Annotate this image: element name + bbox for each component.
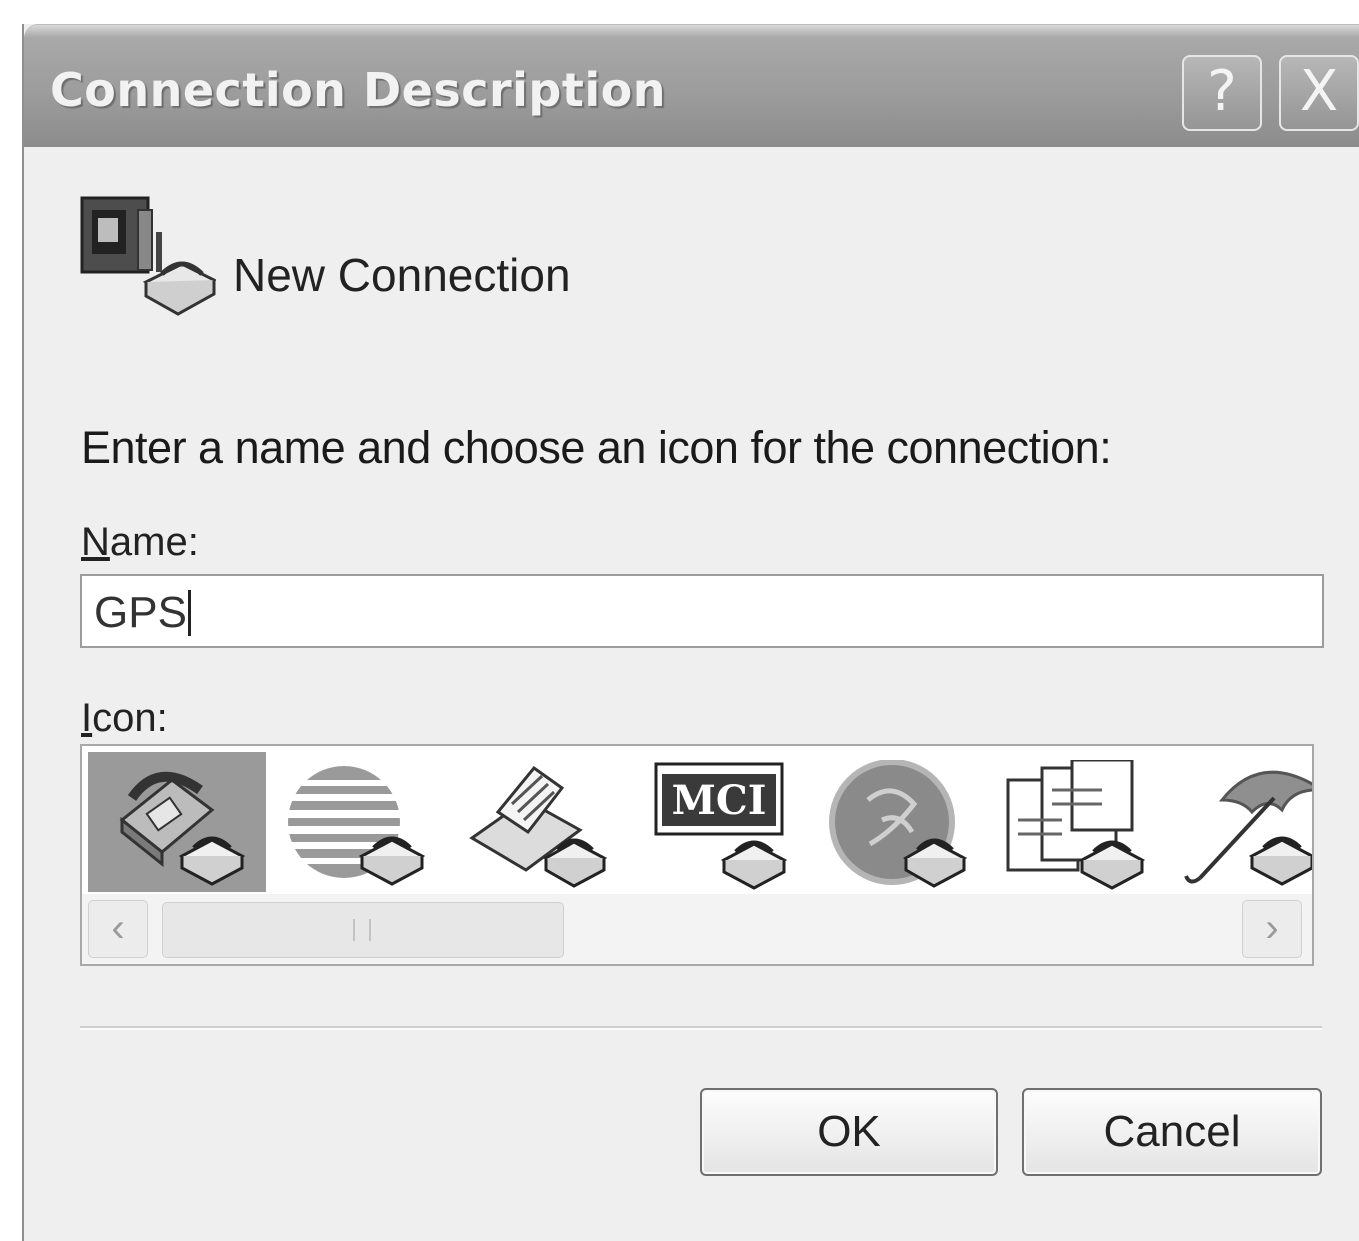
mci-connection-icon: MCI [654, 762, 788, 890]
icon-option-telephone[interactable] [88, 752, 266, 892]
scroll-right-button[interactable]: › [1242, 900, 1302, 958]
ge-globe-connection-icon [829, 760, 968, 888]
icon-label: Icon: [81, 696, 168, 741]
name-label-text: ame: [109, 520, 199, 564]
separator-line [80, 1026, 1322, 1030]
icon-option-documents[interactable] [988, 752, 1166, 892]
name-label: Name: [81, 520, 199, 565]
icon-label-mnemonic: I [81, 696, 93, 740]
icon-list-scrollbar[interactable]: ‹ › [82, 894, 1312, 964]
name-label-mnemonic: N [81, 520, 110, 564]
icon-option-mci[interactable]: MCI [628, 752, 806, 892]
cancel-button[interactable]: Cancel [1022, 1088, 1322, 1176]
mci-icon-label: MCI [672, 777, 767, 824]
connection-description-dialog: Connection Description ? X New Connectio… [22, 24, 1359, 1241]
umbrella-connection-icon [1184, 770, 1312, 886]
icon-option-fax[interactable] [448, 752, 626, 892]
ok-button[interactable]: OK [700, 1088, 998, 1176]
scrollbar-thumb[interactable] [162, 902, 564, 958]
phone-connection-icon [80, 196, 216, 316]
scrollbar-grip-icon [353, 919, 371, 941]
documents-connection-icon [1006, 760, 1146, 890]
icon-option-ge[interactable] [808, 752, 986, 892]
close-button[interactable]: X [1279, 55, 1359, 131]
globe-stripes-connection-icon [288, 766, 426, 886]
window-title: Connection Description [50, 63, 666, 117]
icon-list[interactable]: MCI ‹ › [80, 744, 1314, 966]
connection-name-heading: New Connection [233, 249, 571, 301]
name-input-value: GPS [94, 590, 191, 636]
icon-option-umbrella[interactable] [1168, 752, 1312, 892]
fax-machine-connection-icon [469, 765, 608, 888]
scroll-left-button[interactable]: ‹ [88, 900, 148, 958]
name-input[interactable]: GPS [80, 574, 1324, 648]
icon-option-globe[interactable] [268, 752, 446, 892]
icon-label-text: con: [92, 696, 168, 740]
title-bar[interactable]: Connection Description ? X [24, 24, 1359, 147]
help-button[interactable]: ? [1182, 55, 1262, 131]
telephone-connection-icon [119, 771, 246, 886]
instruction-text: Enter a name and choose an icon for the … [81, 422, 1112, 473]
